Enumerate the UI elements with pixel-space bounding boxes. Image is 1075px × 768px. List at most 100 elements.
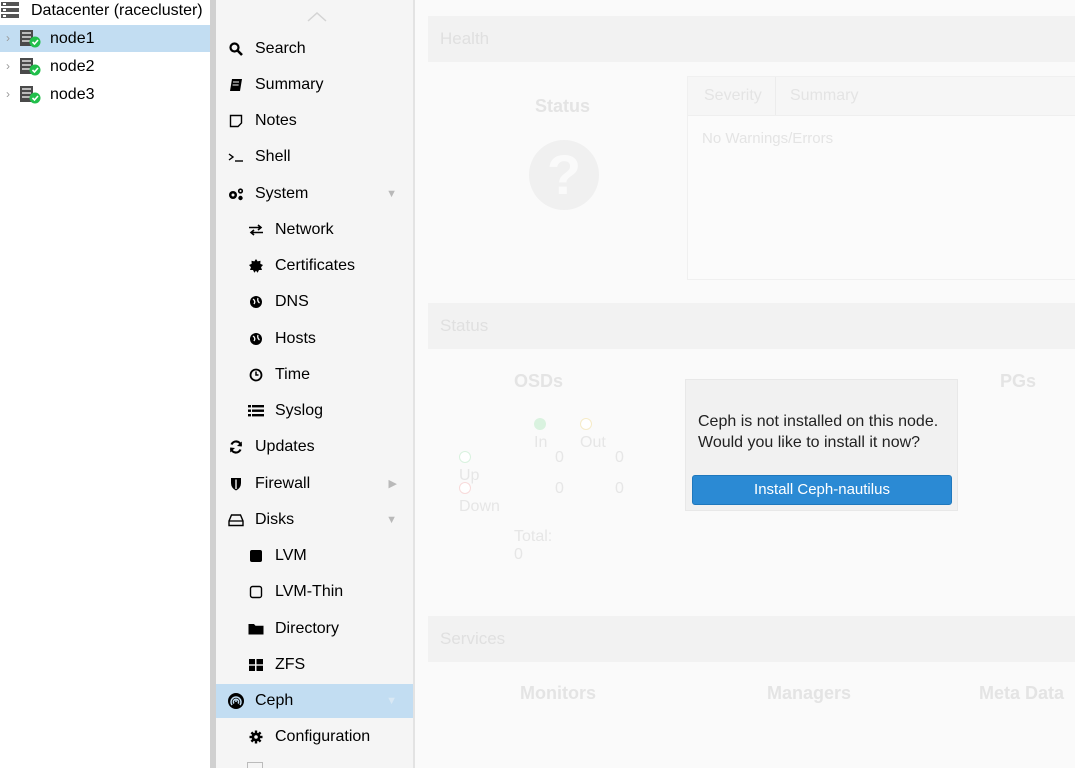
menu-item-label: DNS xyxy=(275,293,309,310)
menu-item-syslog[interactable]: Syslog xyxy=(216,394,413,428)
menu-item-label: Summary xyxy=(255,76,324,93)
node-label: node1 xyxy=(50,30,95,47)
globe-icon xyxy=(247,322,265,356)
column-header-summary[interactable]: Summary xyxy=(790,87,858,105)
node-menu: Search Summary Notes Shell System ▼ Netw… xyxy=(216,0,413,768)
menu-item-shell[interactable]: Shell xyxy=(216,140,413,174)
menu-item-label: Ceph xyxy=(255,692,294,709)
menu-item-label: System xyxy=(255,185,309,202)
node-online-icon xyxy=(20,86,41,104)
dialog-message: Ceph is not installed on this node. Woul… xyxy=(698,411,953,453)
managers-title: Managers xyxy=(767,683,852,703)
menu-item-time[interactable]: Time xyxy=(216,358,413,392)
install-ceph-button[interactable]: Install Ceph-nautilus xyxy=(692,475,952,505)
health-status-title: Status xyxy=(535,96,591,116)
menu-item-directory[interactable]: Directory xyxy=(216,612,413,646)
terminal-icon xyxy=(227,140,245,174)
menu-item-label: Notes xyxy=(255,112,297,129)
list-icon xyxy=(247,394,265,428)
expand-chevron-icon[interactable]: › xyxy=(6,81,10,108)
pgs-title: PGs xyxy=(1000,371,1037,391)
next-item-icon-partial xyxy=(247,762,263,768)
expand-arrow-icon[interactable]: ▶ xyxy=(389,467,397,501)
tree-item-node2[interactable]: › node2 xyxy=(0,53,210,80)
menu-item-configuration[interactable]: Configuration xyxy=(216,720,413,754)
tree-item-node1[interactable]: › node1 xyxy=(0,25,210,52)
menu-item-certificates[interactable]: Certificates xyxy=(216,249,413,283)
certificate-icon xyxy=(247,249,265,283)
scroll-up-chevron-icon[interactable] xyxy=(306,8,328,24)
up-status-icon xyxy=(459,451,471,463)
menu-item-system[interactable]: System ▼ xyxy=(216,177,413,211)
menu-item-search[interactable]: Search xyxy=(216,32,413,66)
square-outline-icon xyxy=(247,575,265,609)
expand-chevron-icon[interactable]: › xyxy=(6,53,10,80)
menu-item-zfs[interactable]: ZFS xyxy=(216,648,413,682)
grid-empty-text: No Warnings/Errors xyxy=(702,130,834,147)
square-icon xyxy=(247,539,265,573)
datacenter-icon xyxy=(1,2,19,18)
menu-item-dns[interactable]: DNS xyxy=(216,285,413,319)
refresh-icon xyxy=(227,430,245,464)
expand-chevron-icon[interactable]: › xyxy=(6,25,10,52)
osds-title: OSDs xyxy=(514,371,564,391)
menu-item-disks[interactable]: Disks ▼ xyxy=(216,503,413,537)
menu-item-hosts[interactable]: Hosts xyxy=(216,322,413,356)
menu-item-summary[interactable]: Summary xyxy=(216,68,413,102)
up-in-value: 0 xyxy=(555,449,564,466)
column-separator xyxy=(775,77,776,115)
shield-icon xyxy=(227,467,245,501)
cogs-icon xyxy=(227,177,245,211)
menu-item-label: Network xyxy=(275,221,334,238)
search-icon xyxy=(227,32,245,66)
column-header-severity[interactable]: Severity xyxy=(704,87,762,105)
datacenter-label: Datacenter (racecluster) xyxy=(31,2,203,19)
grid-header: Severity Summary xyxy=(688,77,1075,116)
menu-item-firewall[interactable]: Firewall ▶ xyxy=(216,467,413,501)
question-mark-icon: ? xyxy=(529,140,599,210)
out-status-icon xyxy=(580,418,592,430)
folder-icon xyxy=(247,612,265,646)
metadata-title: Meta Data xyxy=(979,683,1065,703)
menu-item-label: Syslog xyxy=(275,402,324,419)
note-icon xyxy=(227,104,245,138)
collapse-arrow-icon[interactable]: ▼ xyxy=(386,503,397,537)
dialog-message-line2: Would you like to install it now? xyxy=(698,434,921,451)
in-status-icon xyxy=(534,418,546,430)
book-icon xyxy=(227,68,245,102)
collapse-arrow-icon[interactable]: ▼ xyxy=(386,177,397,211)
menu-item-label: Shell xyxy=(255,148,291,165)
node-online-icon xyxy=(20,58,41,76)
node-label: node3 xyxy=(50,86,95,103)
menu-item-lvm-thin[interactable]: LVM-Thin xyxy=(216,575,413,609)
menu-item-label: Updates xyxy=(255,438,315,455)
health-grid: Severity Summary No Warnings/Errors xyxy=(687,76,1075,280)
globe-icon xyxy=(247,285,265,319)
tree-item-node3[interactable]: › node3 xyxy=(0,81,210,108)
menu-item-network[interactable]: Network xyxy=(216,213,413,247)
collapse-arrow-icon[interactable]: ▼ xyxy=(386,684,397,718)
menu-item-label: Search xyxy=(255,40,306,57)
col-in-label: In xyxy=(534,434,548,451)
th-large-icon xyxy=(247,648,265,682)
clock-icon xyxy=(247,358,265,392)
osd-total: Total: 0 xyxy=(514,528,553,563)
menu-item-label: Time xyxy=(275,366,310,383)
menu-item-updates[interactable]: Updates xyxy=(216,430,413,464)
menu-item-label: Directory xyxy=(275,620,340,637)
menu-item-notes[interactable]: Notes xyxy=(216,104,413,138)
down-status-icon xyxy=(459,482,471,494)
row-down-label: Down xyxy=(459,498,500,515)
ceph-icon xyxy=(227,684,245,718)
menu-item-label: Certificates xyxy=(275,257,356,274)
hdd-icon xyxy=(227,503,245,537)
menu-item-ceph[interactable]: Ceph ▼ xyxy=(216,684,413,718)
resource-tree: Datacenter (racecluster) › node1 › node2… xyxy=(0,0,210,768)
up-out-value: 0 xyxy=(615,449,624,466)
monitors-title: Monitors xyxy=(520,683,596,703)
tree-item-datacenter[interactable]: Datacenter (racecluster) xyxy=(0,0,210,24)
menu-item-lvm[interactable]: LVM xyxy=(216,539,413,573)
osd-col-in: In xyxy=(534,416,549,452)
osd-row-down: Down xyxy=(459,480,500,516)
gear-icon xyxy=(247,720,265,754)
